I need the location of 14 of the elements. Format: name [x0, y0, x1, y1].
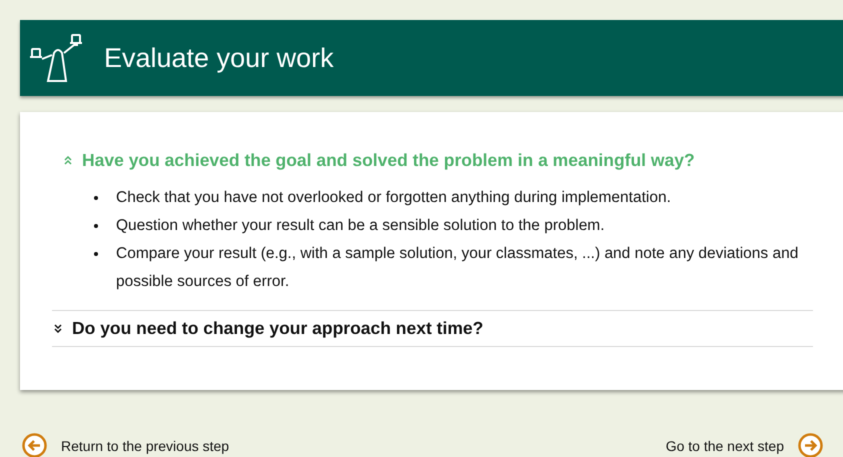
bullet-icon	[94, 196, 98, 200]
previous-step-link[interactable]: Return to the previous step	[22, 433, 230, 457]
bullet-icon	[94, 224, 98, 228]
list-item-text: Question whether your result can be a sensible solution to the problem.	[116, 216, 605, 236]
bullet-icon	[94, 252, 98, 256]
chevron-down-icon	[54, 324, 62, 333]
arrow-right-icon	[798, 433, 823, 457]
accordion-header[interactable]: Do you need to change your approach next time?	[52, 310, 813, 346]
list-item-text: Check that you have not overlooked or forgotten anything during implementation.	[116, 188, 671, 208]
chevron-up-icon	[64, 156, 72, 164]
page-title: Evaluate your work	[104, 42, 334, 74]
arrow-left-icon	[22, 433, 47, 457]
list-item-text: Compare your result (e.g., with a sample solution, your classmates, ...) and note any deviations and possible sources of error.	[116, 244, 800, 292]
next-step-link[interactable]: Go to the next step	[666, 433, 823, 457]
